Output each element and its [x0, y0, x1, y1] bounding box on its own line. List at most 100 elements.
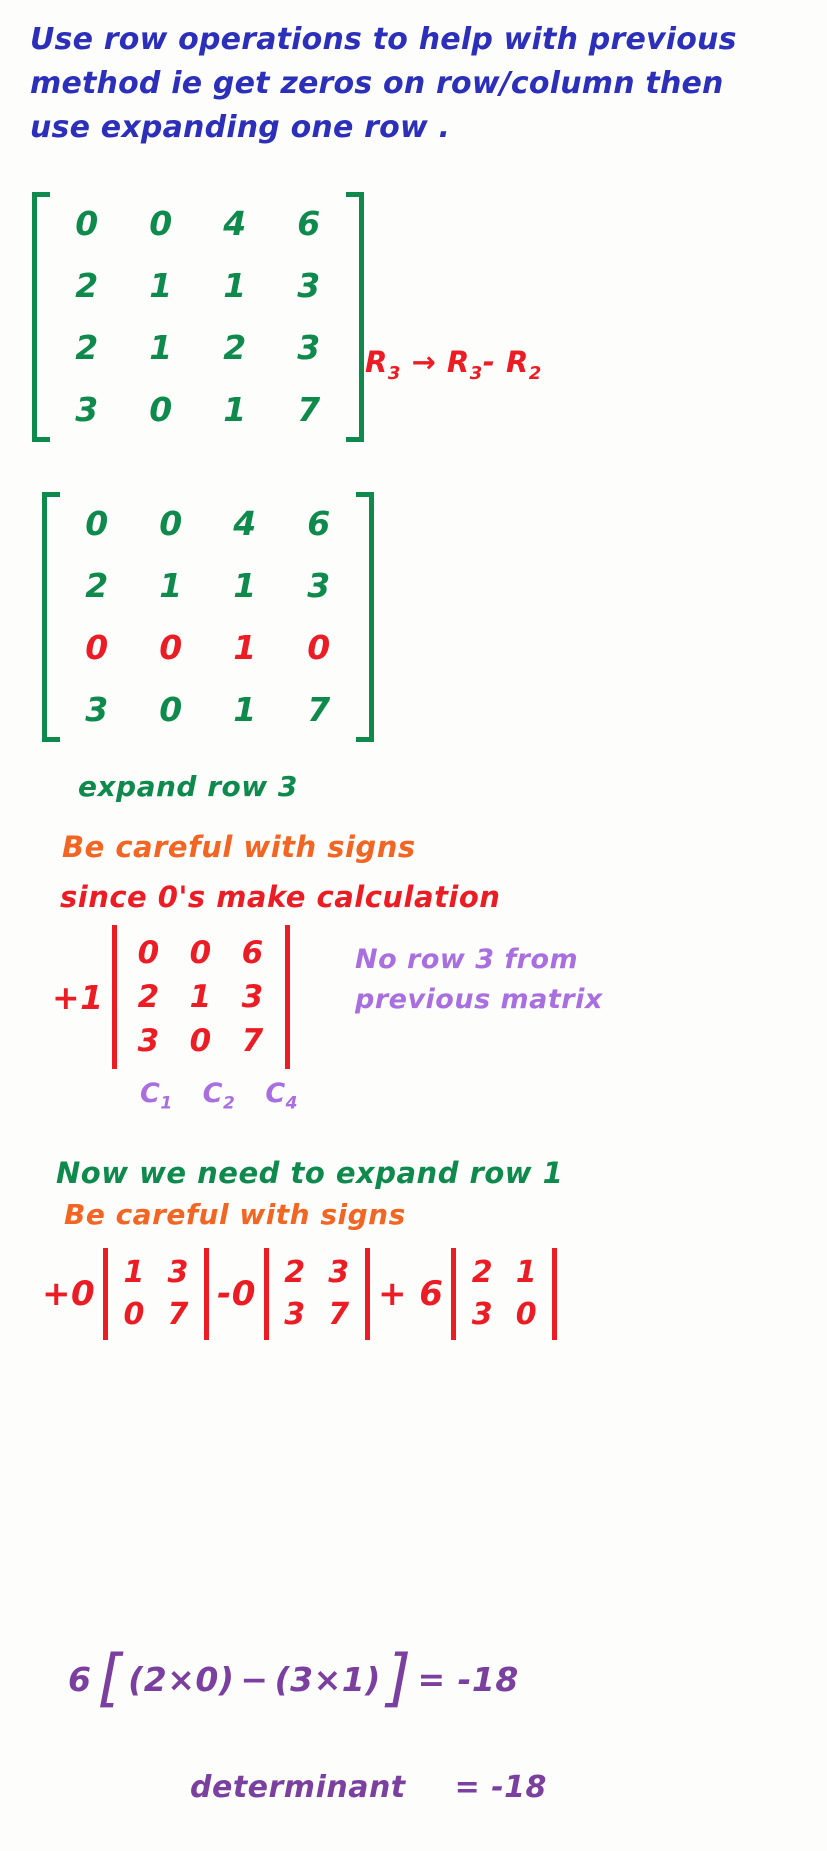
expansion-2x2-row: +0 1 3 0 7 -0 2 3 3 7 + 62130 — [34, 1248, 558, 1340]
note-expand-row-1: Now we need to expand row 1 — [56, 1156, 564, 1190]
matrix-cell: 1 — [149, 327, 173, 367]
expansion-term-coefficient: + 6 — [377, 1274, 444, 1314]
determinant-3x3-coefficient: +1 — [52, 977, 104, 1017]
matrix-cell: 2 — [85, 565, 109, 605]
determinant-cell: 7 — [241, 1022, 264, 1059]
column-label-sub: 2 — [223, 1093, 236, 1114]
matrix-cell: 0 — [149, 203, 173, 243]
determinant-cell: 1 — [515, 1255, 538, 1290]
expansion-term: + 6 2130 — [370, 1248, 558, 1340]
matrix-cell: 2 — [75, 327, 99, 367]
row-operation-note: R3 → R3- R2 — [365, 345, 542, 384]
determinant-bar-right — [552, 1248, 558, 1340]
note-be-careful-signs-1: Be careful with signs — [62, 830, 416, 864]
determinant-cell: 7 — [167, 1297, 189, 1332]
column-label-base: C — [265, 1078, 286, 1109]
matrix-cell: 1 — [233, 689, 257, 729]
determinant-cell: 0 — [515, 1297, 538, 1332]
matrix-cell: 1 — [159, 565, 183, 605]
result-expr-right: (3×1) — [274, 1660, 381, 1700]
row-op-right: R — [505, 345, 529, 379]
matrix-cell: 1 — [223, 389, 247, 429]
determinant-cell: 0 — [189, 1022, 212, 1059]
row-op-mid-sub: 3 — [469, 362, 483, 384]
header-line-2: method ie get zeros on row/column then — [30, 66, 724, 101]
determinant-cell: 3 — [284, 1297, 306, 1332]
matrix-bracket-right — [346, 192, 364, 442]
matrix-cell: 0 — [85, 503, 109, 543]
row-op-left-sub: 3 — [387, 362, 401, 384]
matrix-reduced-grid: 0 0 4 6 2 1 1 3 0 0 1 0 3 0 1 7 — [60, 492, 356, 742]
result-minus: − — [240, 1660, 269, 1700]
determinant-3x3-grid: 006213307 — [117, 925, 285, 1069]
determinant-result: determinant = -18 — [190, 1770, 547, 1805]
column-label-base: C — [202, 1078, 223, 1109]
matrix-original-grid: 0 0 4 6 2 1 1 3 2 1 2 3 3 0 1 7 — [50, 192, 346, 442]
expansion-term: +0 1 3 0 7 — [34, 1248, 210, 1340]
matrix-cell: 1 — [149, 265, 173, 305]
determinant-cell: 3 — [471, 1297, 494, 1332]
expansion-term-grid: 1307 — [108, 1248, 204, 1340]
matrix-cell: 0 — [159, 627, 183, 667]
matrix-cell: 0 — [75, 203, 99, 243]
determinant-cell: 1 — [189, 978, 212, 1015]
matrix-cell: 1 — [233, 627, 257, 667]
matrix-bracket-left — [42, 492, 60, 742]
matrix-cell: 4 — [223, 203, 247, 243]
matrix-cell: 3 — [297, 265, 321, 305]
matrix-cell: 3 — [75, 389, 99, 429]
matrix-cell: 0 — [307, 627, 331, 667]
determinant-cell: 0 — [137, 934, 160, 971]
result-coefficient: 6 — [68, 1660, 92, 1700]
column-label: C2 — [203, 1078, 236, 1113]
matrix-bracket-left — [32, 192, 50, 442]
matrix-cell: 0 — [85, 627, 109, 667]
side-note-line-1: No row 3 from — [355, 944, 579, 975]
row-op-mid: R — [446, 345, 470, 379]
note-be-careful-signs-2: Be careful with signs — [64, 1198, 406, 1231]
expansion-term-grid: 2337 — [269, 1248, 365, 1340]
determinant-cell: 2 — [284, 1255, 306, 1290]
determinant-value: = -18 — [454, 1770, 547, 1805]
matrix-cell: 7 — [307, 689, 331, 729]
determinant-cell: 6 — [241, 934, 264, 971]
column-labels: C1 C2 C4 — [140, 1078, 298, 1113]
expansion-term: -0 2 3 3 7 — [209, 1248, 370, 1340]
matrix-cell: 4 — [233, 503, 257, 543]
column-label-base: C — [140, 1078, 161, 1109]
header-line-3: use expanding one row . — [30, 110, 451, 145]
column-label-sub: 4 — [285, 1093, 299, 1114]
result-equals: = -18 — [417, 1660, 519, 1700]
matrix-cell: 0 — [159, 503, 183, 543]
matrix-cell: 0 — [159, 689, 183, 729]
expansion-term-coefficient: -0 — [217, 1274, 256, 1314]
determinant-cell: 0 — [189, 934, 212, 971]
row-op-right-sub: 2 — [528, 362, 542, 384]
determinant-cell: 3 — [328, 1255, 350, 1290]
determinant-cell: 3 — [137, 1022, 160, 1059]
row-op-left: R — [365, 345, 388, 379]
matrix-cell: 3 — [85, 689, 109, 729]
determinant-cell: 3 — [167, 1255, 189, 1290]
determinant-3x3: +1 006213307 — [52, 925, 290, 1069]
matrix-cell: 3 — [297, 327, 321, 367]
matrix-cell: 3 — [307, 565, 331, 605]
column-label: C4 — [265, 1078, 298, 1113]
determinant-cell: 0 — [123, 1297, 145, 1332]
matrix-cell: 2 — [223, 327, 247, 367]
matrix-cell: 7 — [297, 389, 321, 429]
matrix-original: 0 0 4 6 2 1 1 3 2 1 2 3 3 0 1 7 — [32, 192, 364, 442]
expansion-term-grid: 2130 — [456, 1248, 552, 1340]
determinant-cell: 7 — [328, 1297, 350, 1332]
column-label-sub: 1 — [160, 1093, 173, 1114]
column-label: C1 — [140, 1078, 173, 1113]
determinant-label: determinant — [190, 1770, 406, 1805]
note-since-zeros: since 0's make calculation — [60, 880, 501, 914]
matrix-cell: 0 — [149, 389, 173, 429]
page-title: Use row operations to help with previous… — [30, 18, 800, 150]
expansion-term-coefficient: +0 — [42, 1274, 96, 1314]
notebook-page: Use row operations to help with previous… — [0, 0, 827, 1851]
side-note-previous-matrix: No row 3 from previous matrix — [355, 940, 603, 1020]
header-line-1: Use row operations to help with previous — [30, 22, 737, 57]
matrix-bracket-right — [356, 492, 374, 742]
